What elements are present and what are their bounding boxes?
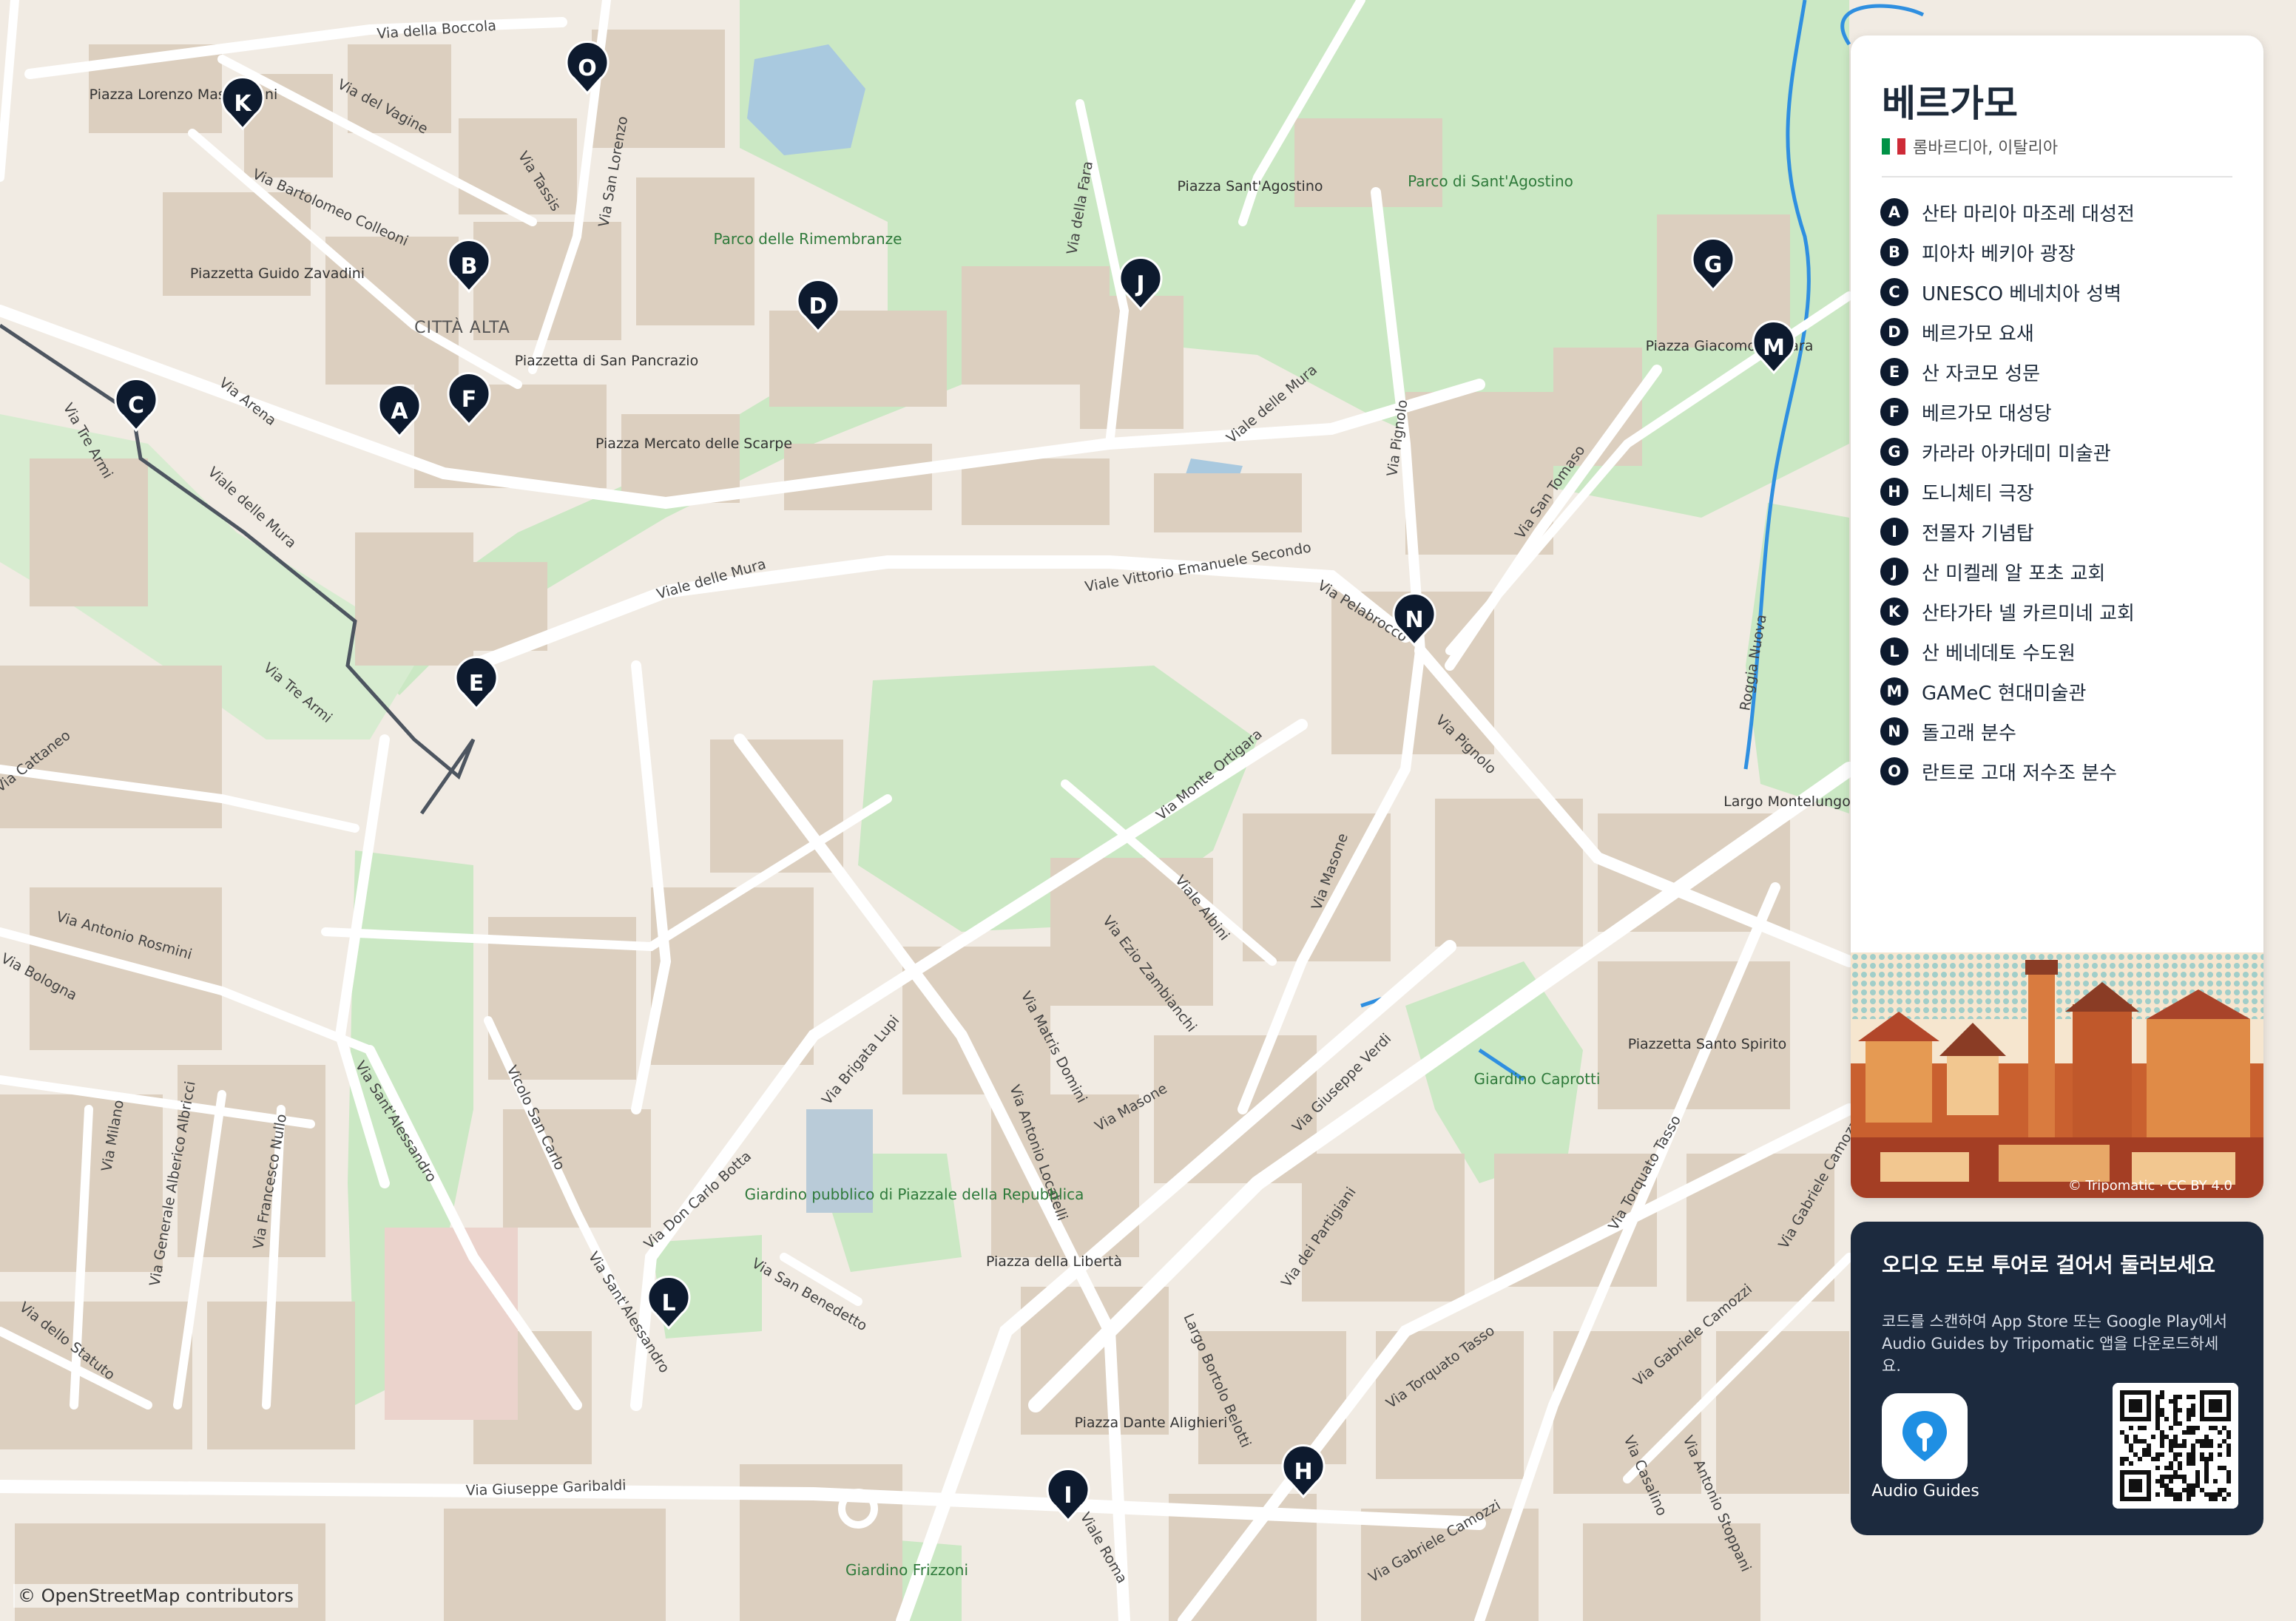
poi-name: 전몰자 기념탑: [1922, 522, 2034, 545]
poi-badge: C: [1880, 278, 1908, 306]
audio-guides-pin-icon: [1902, 1411, 1947, 1461]
poi-name: 산타가타 넬 카르미네 교회: [1922, 602, 2135, 625]
pin-letter: L: [661, 1290, 675, 1316]
pin-letter: D: [809, 294, 828, 319]
poi-item[interactable]: D 베르가모 요새: [1880, 312, 2135, 352]
poi-item[interactable]: M GAMeC 현대미술관: [1880, 671, 2135, 711]
pin-letter: H: [1294, 1459, 1312, 1485]
region-row: 롬바르디아, 이탈리아: [1882, 135, 2058, 158]
poi-name: 베르가모 요새: [1922, 322, 2034, 345]
city-title: 베르가모: [1882, 82, 2018, 125]
poi-item[interactable]: G 카라라 아카데미 미술관: [1880, 432, 2135, 472]
poi-item[interactable]: I 전몰자 기념탑: [1880, 512, 2135, 552]
pin-letter: E: [469, 671, 484, 697]
pin-letter: B: [461, 254, 478, 280]
sidebar-divider: [1882, 176, 2232, 177]
poi-item[interactable]: J 산 미켈레 알 포초 교회: [1880, 552, 2135, 592]
poi-item[interactable]: C UNESCO 베네치아 성벽: [1880, 272, 2135, 312]
place-label: Piazza Mercato delle Scarpe: [595, 436, 792, 452]
poi-item[interactable]: K 산타가타 넬 카르미네 교회: [1880, 592, 2135, 632]
poi-name: 베르가모 대성당: [1922, 402, 2052, 425]
poi-item[interactable]: H 도니체티 극장: [1880, 472, 2135, 512]
pin-letter: O: [578, 55, 597, 81]
audio-title: 오디오 도보 투어로 걸어서 둘러보세요: [1882, 1253, 2216, 1277]
pin-letter: A: [391, 399, 408, 424]
audio-guide-panel: 오디오 도보 투어로 걸어서 둘러보세요 코드를 스캔하여 App Store …: [1851, 1222, 2263, 1535]
poi-badge: N: [1880, 717, 1908, 745]
poi-name: 피아차 베키아 광장: [1922, 243, 2076, 265]
city-illustration: [1851, 952, 2263, 1198]
poi-list: A 산타 마리아 마조레 대성전 B 피아차 베키아 광장 C UNESCO 베네치아…: [1880, 192, 2135, 791]
poi-badge: M: [1880, 677, 1908, 705]
poi-item[interactable]: L 산 베네데토 수도원: [1880, 632, 2135, 671]
poi-name: GAMeC 현대미술관: [1922, 682, 2087, 705]
pin-letter: K: [234, 91, 252, 117]
poi-item[interactable]: A 산타 마리아 마조레 대성전: [1880, 192, 2135, 232]
poi-name: 산 자코모 성문: [1922, 362, 2041, 385]
poi-sidebar: 베르가모 롬바르디아, 이탈리아 A 산타 마리아 마조레 대성전 B 피아차 베키…: [1851, 35, 2263, 1198]
poi-name: UNESCO 베네치아 성벽: [1922, 282, 2122, 305]
poi-name: 돌고래 분수: [1922, 722, 2016, 745]
park-label: Giardino Caprotti: [1474, 1070, 1601, 1088]
audio-description: 코드를 스캔하여 App Store 또는 Google Play에서 Audi…: [1882, 1313, 2227, 1375]
app-label: Audio Guides: [1871, 1482, 1979, 1500]
poi-badge: O: [1880, 757, 1908, 785]
place-label: Largo Montelungo: [1723, 793, 1851, 810]
poi-name: 산 미켈레 알 포초 교회: [1922, 562, 2106, 585]
poi-name: 산 베네데토 수도원: [1922, 642, 2076, 665]
poi-badge: F: [1880, 398, 1908, 426]
park-label: Parco di Sant'Agostino: [1408, 172, 1573, 190]
place-label: Piazzetta Guido Zavadini: [190, 265, 365, 282]
italy-flag-icon: [1882, 138, 1906, 155]
district-label: CITTÀ ALTA: [414, 318, 510, 337]
poi-name: 란트로 고대 저수조 분수: [1922, 762, 2117, 785]
poi-badge: J: [1880, 558, 1908, 586]
poi-badge: D: [1880, 318, 1908, 346]
place-label: Piazza Dante Alighieri: [1075, 1415, 1228, 1431]
poi-name: 카라라 아카데미 미술관: [1922, 442, 2111, 465]
illustration-credit: © Tripomatic · CC BY 4.0: [2067, 1178, 2232, 1194]
place-label: Piazzetta Santo Spirito: [1628, 1036, 1787, 1052]
poi-badge: G: [1880, 438, 1908, 466]
place-label: Piazza della Libertà: [986, 1253, 1122, 1270]
poi-item[interactable]: N 돌고래 분수: [1880, 711, 2135, 751]
qr-code[interactable]: [2113, 1383, 2238, 1509]
park-label: Giardino pubblico di Piazzale della Repu…: [745, 1185, 1084, 1203]
poi-item[interactable]: F 베르가모 대성당: [1880, 392, 2135, 432]
map-attribution[interactable]: © OpenStreetMap contributors: [13, 1584, 298, 1608]
pin-letter: C: [128, 393, 144, 419]
poi-item[interactable]: O 란트로 고대 저수조 분수: [1880, 751, 2135, 791]
pin-letter: M: [1763, 335, 1785, 361]
poi-badge: A: [1880, 198, 1908, 226]
poi-name: 산타 마리아 마조레 대성전: [1922, 203, 2135, 226]
place-label: Piazzetta di San Pancrazio: [515, 353, 698, 369]
poi-badge: E: [1880, 358, 1908, 386]
pin-letter: J: [1135, 271, 1144, 297]
poi-badge: L: [1880, 637, 1908, 666]
park-label: Parco delle Rimembranze: [714, 230, 902, 248]
audio-guides-app-icon[interactable]: [1882, 1393, 1968, 1479]
pin-letter: F: [462, 387, 477, 413]
poi-name: 도니체티 극장: [1922, 482, 2034, 505]
poi-badge: B: [1880, 238, 1908, 266]
pin-letter: N: [1405, 607, 1423, 633]
region-label: 롬바르디아, 이탈리아: [1913, 139, 2059, 158]
pin-letter: G: [1704, 252, 1723, 278]
poi-item[interactable]: E 산 자코모 성문: [1880, 352, 2135, 392]
poi-badge: I: [1880, 518, 1908, 546]
pin-letter: I: [1064, 1483, 1072, 1509]
park-label: Giardino Frizzoni: [845, 1561, 968, 1579]
poi-badge: H: [1880, 478, 1908, 506]
poi-item[interactable]: B 피아차 베키아 광장: [1880, 232, 2135, 272]
place-label: Piazza Sant'Agostino: [1178, 178, 1323, 194]
poi-badge: K: [1880, 598, 1908, 626]
